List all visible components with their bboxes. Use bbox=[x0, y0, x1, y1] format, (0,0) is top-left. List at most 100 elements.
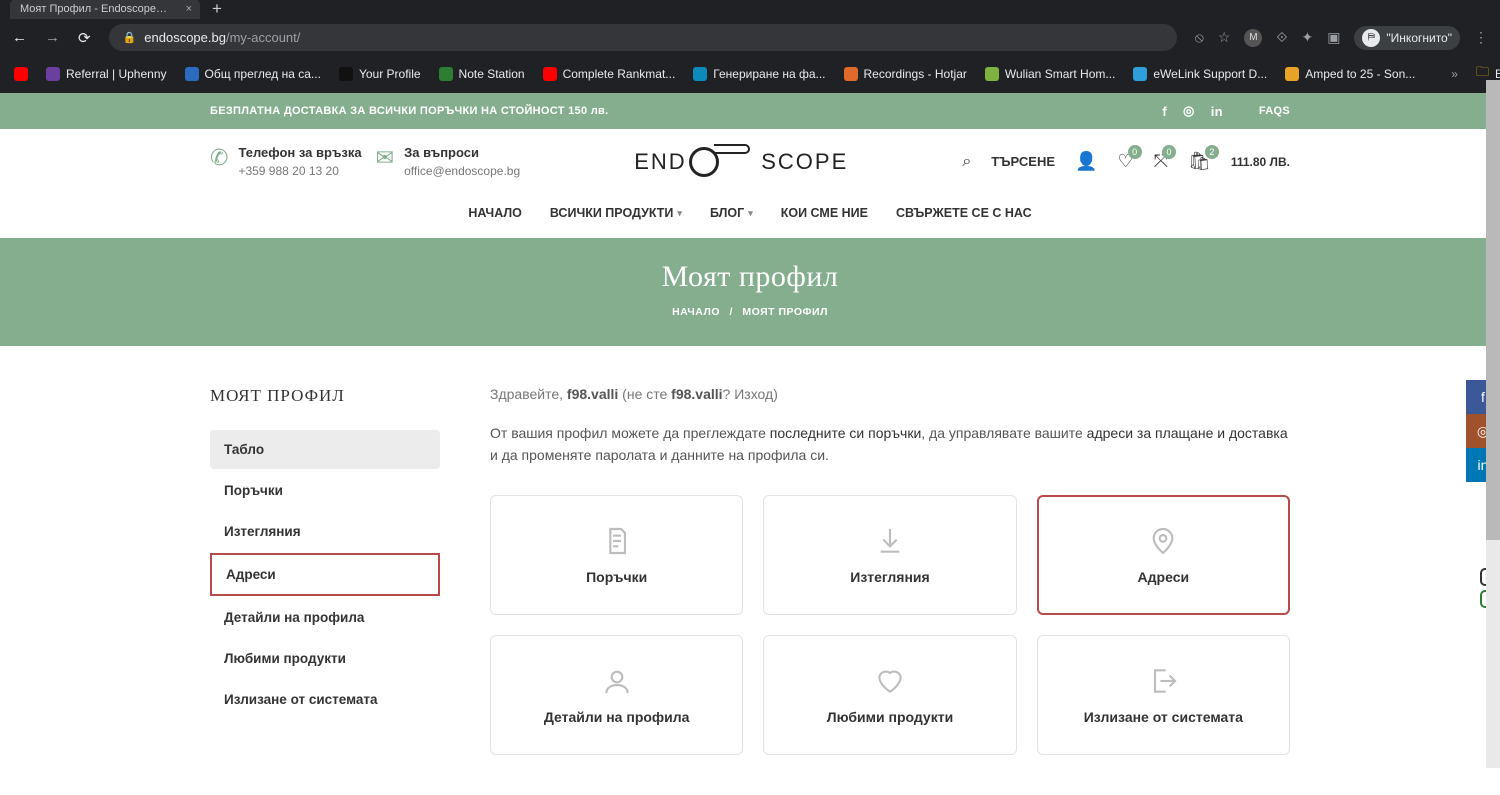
devtools-icon[interactable]: ⟐ bbox=[1276, 29, 1287, 46]
sidebar-item-orders[interactable]: Поръчки bbox=[210, 471, 440, 510]
profile-chip[interactable]: ⛿ "Инкогнито" bbox=[1354, 26, 1460, 50]
tile-label: Детайли на профила bbox=[544, 709, 690, 725]
tile-addresses[interactable]: Адреси bbox=[1037, 495, 1290, 615]
bookmark-label: Note Station bbox=[459, 67, 525, 81]
forward-button[interactable]: → bbox=[45, 29, 60, 46]
addresses-link-text[interactable]: адреси за плащане и доставка bbox=[1087, 425, 1288, 441]
account-icon[interactable]: 👤 bbox=[1075, 151, 1097, 172]
favicon-icon bbox=[985, 67, 999, 81]
sidebar-item-profile-details[interactable]: Детайли на профила bbox=[210, 598, 440, 637]
favicon-icon bbox=[339, 67, 353, 81]
breadcrumb-home[interactable]: НАЧАЛО bbox=[672, 306, 720, 318]
account-main: Здравейте, f98.valli (не сте f98.valli? … bbox=[490, 386, 1290, 755]
scroll-thumb[interactable] bbox=[1486, 80, 1500, 540]
nav-products[interactable]: ВСИЧКИ ПРОДУКТИ ▾ bbox=[550, 206, 682, 220]
tile-favorites[interactable]: Любими продукти bbox=[763, 635, 1016, 755]
bookmark-item[interactable]: Amped to 25 - Son... bbox=[1285, 67, 1415, 81]
sidebar-item-downloads[interactable]: Изтегляния bbox=[210, 512, 440, 551]
bookmark-item[interactable]: Общ преглед на са... bbox=[185, 67, 321, 81]
facebook-icon[interactable]: f bbox=[1162, 104, 1167, 119]
page-hero: Моят профил НАЧАЛО / МОЯТ ПРОФИЛ bbox=[0, 238, 1500, 346]
document-icon bbox=[601, 525, 633, 557]
browser-tab[interactable]: Моят Профил - Endoscope.bg × bbox=[10, 0, 200, 19]
profile-label: "Инкогнито" bbox=[1386, 31, 1452, 45]
bookmark-item[interactable]: Your Profile bbox=[339, 67, 421, 81]
favicon-icon bbox=[844, 67, 858, 81]
instagram-icon[interactable]: ◎ bbox=[1183, 103, 1195, 119]
bookmark-item[interactable]: Wulian Smart Hom... bbox=[985, 67, 1115, 81]
tile-orders[interactable]: Поръчки bbox=[490, 495, 743, 615]
back-button[interactable]: ← bbox=[12, 29, 27, 46]
wishlist-icon[interactable]: ♡0 bbox=[1117, 151, 1133, 172]
email-value: office@endoscope.bg bbox=[404, 164, 520, 178]
bookmark-label: Complete Rankmat... bbox=[563, 67, 676, 81]
kebab-menu-icon[interactable]: ⋮ bbox=[1474, 29, 1488, 46]
nav-who[interactable]: КОИ СМЕ НИЕ bbox=[781, 206, 868, 220]
incognito-icon: ⛿ bbox=[1362, 29, 1380, 47]
sidebar-title: МОЯТ ПРОФИЛ bbox=[210, 386, 440, 406]
bookmark-item[interactable]: Note Station bbox=[439, 67, 525, 81]
bookmark-item[interactable]: Recordings - Hotjar bbox=[844, 67, 967, 81]
url-path: /my-account/ bbox=[226, 30, 300, 45]
logout-link[interactable]: Изход bbox=[734, 386, 773, 402]
tile-logout[interactable]: Излизане от системата bbox=[1037, 635, 1290, 755]
faqs-link[interactable]: FAQS bbox=[1259, 105, 1290, 117]
breadcrumb: НАЧАЛО / МОЯТ ПРОФИЛ bbox=[0, 306, 1500, 318]
tile-downloads[interactable]: Изтегляния bbox=[763, 495, 1016, 615]
extensions-icon[interactable]: ✦ bbox=[1301, 29, 1313, 46]
linkedin-icon[interactable]: in bbox=[1211, 104, 1223, 119]
announcement-text: БЕЗПЛАТНА ДОСТАВКА ЗА ВСИЧКИ ПОРЪЧКИ НА … bbox=[210, 105, 608, 117]
favicon-icon bbox=[439, 67, 453, 81]
star-icon[interactable]: ☆ bbox=[1218, 29, 1231, 46]
search-icon[interactable]: ⌕ bbox=[962, 153, 971, 171]
phone-title: Телефон за връзка bbox=[238, 145, 361, 160]
favicon-icon bbox=[1133, 67, 1147, 81]
cart-icon[interactable]: 🛍2 bbox=[1188, 151, 1211, 172]
sidebar-item-favorites[interactable]: Любими продукти bbox=[210, 639, 440, 678]
sidebar-item-addresses[interactable]: Адреси bbox=[210, 553, 440, 596]
tile-label: Изтегляния bbox=[850, 569, 929, 585]
page-scrollbar[interactable] bbox=[1486, 80, 1500, 768]
bookmark-item[interactable]: Referral | Uphenny bbox=[46, 67, 167, 81]
bookmark-label: Your Profile bbox=[359, 67, 421, 81]
nav-home[interactable]: НАЧАЛО bbox=[468, 206, 522, 220]
announcement-bar: БЕЗПЛАТНА ДОСТАВКА ЗА ВСИЧКИ ПОРЪЧКИ НА … bbox=[0, 93, 1500, 129]
eye-off-icon[interactable]: ⦸ bbox=[1195, 29, 1204, 46]
site-logo[interactable]: END SCOPE bbox=[634, 147, 848, 177]
phone-value: +359 988 20 13 20 bbox=[238, 164, 361, 178]
bookmark-item[interactable]: Генериране на фа... bbox=[693, 67, 825, 81]
favicon-icon bbox=[46, 67, 60, 81]
address-bar[interactable]: 🔒 endoscope.bg/my-account/ bbox=[109, 24, 1177, 51]
wishlist-badge: 0 bbox=[1128, 145, 1142, 159]
bookmark-item[interactable]: eWeLink Support D... bbox=[1133, 67, 1267, 81]
tile-label: Любими продукти bbox=[827, 709, 953, 725]
breadcrumb-sep: / bbox=[729, 306, 732, 318]
lock-icon: 🔒 bbox=[123, 31, 137, 44]
favicon-icon bbox=[543, 67, 557, 81]
exit-icon bbox=[1147, 665, 1179, 697]
tile-profile-details[interactable]: Детайли на профила bbox=[490, 635, 743, 755]
tabs-icon[interactable]: ▣ bbox=[1327, 29, 1340, 46]
sidebar-item-logout[interactable]: Излизане от системата bbox=[210, 680, 440, 719]
nav-contact[interactable]: СВЪРЖЕТЕ СЕ С НАС bbox=[896, 206, 1032, 220]
bookmark-item[interactable]: Complete Rankmat... bbox=[543, 67, 676, 81]
sidebar-item-dashboard[interactable]: Табло bbox=[210, 430, 440, 469]
recent-orders-link[interactable]: последните си поръчки bbox=[770, 425, 922, 441]
search-label[interactable]: ТЪРСЕНЕ bbox=[991, 154, 1055, 169]
breadcrumb-current: МОЯТ ПРОФИЛ bbox=[742, 306, 828, 318]
bookmark-label: Referral | Uphenny bbox=[66, 67, 167, 81]
reload-button[interactable]: ⟳ bbox=[78, 29, 91, 47]
email-block[interactable]: ✉ За въпроси office@endoscope.bg bbox=[376, 145, 520, 178]
phone-block[interactable]: ✆ Телефон за връзка +359 988 20 13 20 bbox=[210, 145, 362, 178]
close-icon[interactable]: × bbox=[186, 3, 192, 15]
bookmark-label: Генериране на фа... bbox=[713, 67, 825, 81]
extension-m-icon[interactable]: M bbox=[1244, 29, 1262, 47]
nav-blog[interactable]: БЛОГ ▾ bbox=[710, 206, 753, 220]
new-tab-button[interactable]: + bbox=[212, 0, 222, 19]
bookmarks-overflow-icon[interactable]: » bbox=[1451, 67, 1458, 81]
greeting-user: f98.valli bbox=[567, 386, 618, 402]
bookmark-item[interactable] bbox=[14, 67, 28, 81]
bookmark-label: Wulian Smart Hom... bbox=[1005, 67, 1115, 81]
main-nav: НАЧАЛО ВСИЧКИ ПРОДУКТИ ▾ БЛОГ ▾ КОИ СМЕ … bbox=[0, 194, 1500, 238]
compare-icon[interactable]: ⤧0 bbox=[1154, 151, 1168, 172]
